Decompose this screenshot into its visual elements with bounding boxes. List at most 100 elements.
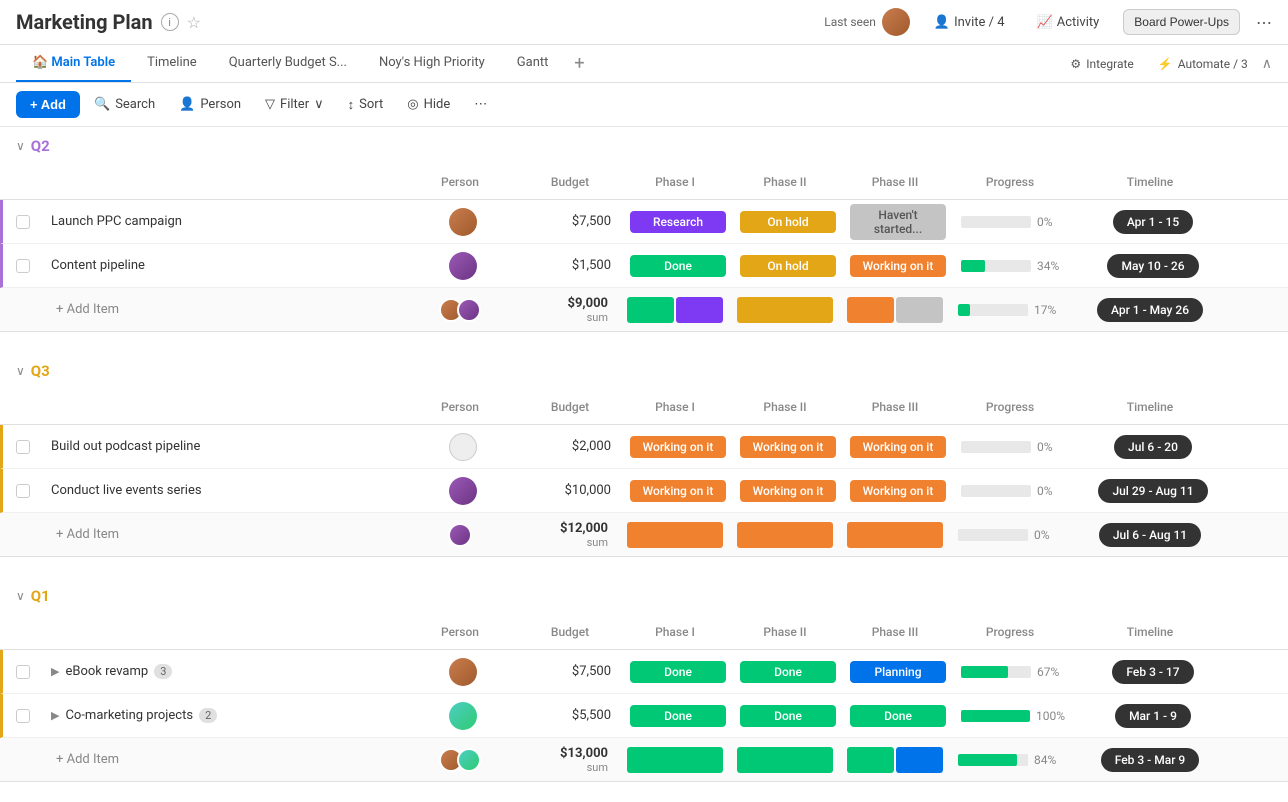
tab-quarterly-budget[interactable]: Quarterly Budget S... <box>213 45 363 82</box>
row-phase2-cell[interactable]: Done <box>733 661 843 683</box>
star-icon[interactable]: ☆ <box>187 13 201 32</box>
col-phase3[interactable]: Phase III <box>840 619 950 645</box>
col-budget[interactable]: Budget <box>520 394 620 420</box>
phase1-pill[interactable]: Done <box>630 705 726 727</box>
checkbox[interactable] <box>16 259 30 273</box>
col-person[interactable]: Person <box>400 619 520 645</box>
checkbox[interactable] <box>16 665 30 679</box>
col-progress[interactable]: Progress <box>950 169 1070 195</box>
phase1-pill[interactable]: Working on it <box>630 480 726 502</box>
row-person-cell[interactable] <box>403 658 523 686</box>
add-item-label[interactable]: + Add Item <box>48 752 119 767</box>
col-phase1[interactable]: Phase I <box>620 619 730 645</box>
col-phase2[interactable]: Phase II <box>730 394 840 420</box>
summary-name-cell[interactable]: + Add Item <box>40 302 400 317</box>
automate-button[interactable]: ⚡ Automate / 3 <box>1148 51 1258 77</box>
checkbox[interactable] <box>16 440 30 454</box>
row-phase2-cell[interactable]: On hold <box>733 211 843 233</box>
row-phase2-cell[interactable]: Working on it <box>733 480 843 502</box>
phase1-pill[interactable]: Working on it <box>630 436 726 458</box>
summary-name-cell[interactable]: + Add Item <box>40 527 400 542</box>
tab-noy-priority[interactable]: Noy's High Priority <box>363 45 501 82</box>
col-timeline[interactable]: Timeline <box>1070 169 1230 195</box>
add-button[interactable]: + Add <box>16 91 80 118</box>
summary-name-cell[interactable]: + Add Item <box>40 752 400 767</box>
expand-icon[interactable]: ▶ <box>51 709 59 722</box>
group-label[interactable]: Q1 <box>31 587 50 605</box>
row-phase2-cell[interactable]: On hold <box>733 255 843 277</box>
col-phase3[interactable]: Phase III <box>840 169 950 195</box>
row-phase3-cell[interactable]: Done <box>843 705 953 727</box>
phase1-pill[interactable]: Research <box>630 211 726 233</box>
row-phase1-cell[interactable]: Done <box>623 705 733 727</box>
row-person-cell[interactable] <box>403 433 523 461</box>
checkbox[interactable] <box>16 709 30 723</box>
tab-main-table[interactable]: 🏠 Main Table <box>16 45 131 82</box>
invite-button[interactable]: 👤 Invite / 4 <box>926 11 1013 34</box>
phase3-pill[interactable]: Done <box>850 705 946 727</box>
search-button[interactable]: 🔍 Search <box>84 92 165 117</box>
row-phase1-cell[interactable]: Done <box>623 661 733 683</box>
tab-timeline[interactable]: Timeline <box>131 45 213 82</box>
row-phase1-cell[interactable]: Research <box>623 211 733 233</box>
row-phase3-cell[interactable]: Planning <box>843 661 953 683</box>
activity-button[interactable]: 📈 Activity <box>1029 11 1108 34</box>
col-timeline[interactable]: Timeline <box>1070 394 1230 420</box>
col-phase2[interactable]: Phase II <box>730 169 840 195</box>
phase3-pill[interactable]: Planning <box>850 661 946 683</box>
row-person-cell[interactable] <box>403 208 523 236</box>
phase3-pill[interactable]: Working on it <box>850 480 946 502</box>
phase3-pill[interactable]: Haven't started... <box>850 204 946 240</box>
row-phase1-cell[interactable]: Working on it <box>623 436 733 458</box>
add-item-label[interactable]: + Add Item <box>48 302 119 317</box>
col-phase2[interactable]: Phase II <box>730 619 840 645</box>
col-progress[interactable]: Progress <box>950 619 1070 645</box>
row-phase3-cell[interactable]: Working on it <box>843 480 953 502</box>
phase2-pill[interactable]: On hold <box>740 211 836 233</box>
phase1-pill[interactable]: Done <box>630 255 726 277</box>
group-label[interactable]: Q3 <box>31 362 50 380</box>
row-person-cell[interactable] <box>403 477 523 505</box>
phase2-pill[interactable]: Working on it <box>740 480 836 502</box>
add-tab-button[interactable]: + <box>564 45 594 82</box>
col-person[interactable]: Person <box>400 394 520 420</box>
row-phase3-cell[interactable]: Working on it <box>843 436 953 458</box>
group-label[interactable]: Q2 <box>31 137 50 155</box>
phase3-pill[interactable]: Working on it <box>850 436 946 458</box>
row-phase3-cell[interactable]: Working on it <box>843 255 953 277</box>
phase2-pill[interactable]: Done <box>740 661 836 683</box>
col-progress[interactable]: Progress <box>950 394 1070 420</box>
row-phase1-cell[interactable]: Done <box>623 255 733 277</box>
expand-icon[interactable]: ▶ <box>51 665 59 678</box>
phase3-pill[interactable]: Working on it <box>850 255 946 277</box>
tab-gantt[interactable]: Gantt <box>501 45 565 82</box>
row-person-cell[interactable] <box>403 252 523 280</box>
collapse-icon[interactable]: ∧ <box>1262 56 1272 72</box>
col-budget[interactable]: Budget <box>520 619 620 645</box>
more-icon[interactable]: ⋯ <box>1256 13 1272 32</box>
col-person[interactable]: Person <box>400 169 520 195</box>
row-phase1-cell[interactable]: Working on it <box>623 480 733 502</box>
checkbox[interactable] <box>16 215 30 229</box>
col-phase3[interactable]: Phase III <box>840 394 950 420</box>
row-person-cell[interactable] <box>403 702 523 730</box>
phase2-pill[interactable]: Done <box>740 705 836 727</box>
col-phase1[interactable]: Phase I <box>620 394 730 420</box>
row-phase2-cell[interactable]: Working on it <box>733 436 843 458</box>
hide-button[interactable]: ◎ Hide <box>397 92 460 117</box>
group-collapse-icon[interactable]: ∨ <box>16 364 25 378</box>
col-timeline[interactable]: Timeline <box>1070 619 1230 645</box>
col-budget[interactable]: Budget <box>520 169 620 195</box>
phase2-pill[interactable]: On hold <box>740 255 836 277</box>
checkbox[interactable] <box>16 484 30 498</box>
filter-button[interactable]: ▽ Filter ∨ <box>255 92 334 117</box>
phase2-pill[interactable]: Working on it <box>740 436 836 458</box>
group-collapse-icon[interactable]: ∨ <box>16 589 25 603</box>
add-item-label[interactable]: + Add Item <box>48 527 119 542</box>
row-phase2-cell[interactable]: Done <box>733 705 843 727</box>
person-button[interactable]: 👤 Person <box>169 92 251 117</box>
integrate-button[interactable]: ⚙ Integrate <box>1060 51 1143 77</box>
board-power-ups-button[interactable]: Board Power-Ups <box>1123 9 1240 35</box>
group-collapse-icon[interactable]: ∨ <box>16 139 25 153</box>
col-phase1[interactable]: Phase I <box>620 169 730 195</box>
